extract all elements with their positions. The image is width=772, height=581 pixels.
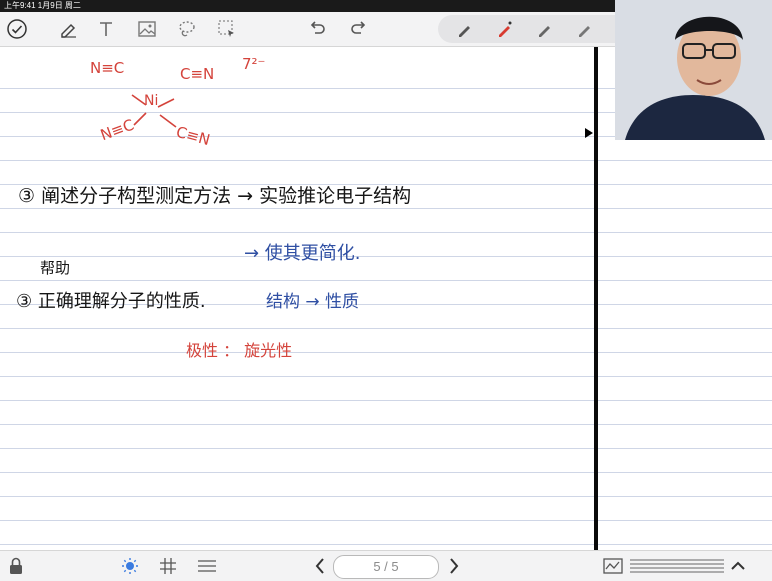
lines-icon (630, 555, 724, 577)
pen-icon[interactable] (56, 16, 82, 42)
pen-icon[interactable] (452, 16, 478, 42)
check-circle-icon[interactable] (4, 16, 30, 42)
chevron-left-icon[interactable] (310, 556, 330, 576)
ligand-top-left: N≡C (90, 59, 125, 77)
bottom-bar-right (598, 550, 772, 581)
note-line-4: ③ 正确理解分子的性质. (16, 291, 206, 312)
highlighter-icon[interactable] (492, 16, 518, 42)
grid-icon[interactable] (158, 556, 178, 576)
status-time-date: 上午9:41 1月9日 周二 (4, 1, 81, 10)
center-atom: Ni (144, 93, 159, 109)
brightness-icon[interactable] (120, 556, 140, 576)
image-icon[interactable] (134, 16, 160, 42)
note-line-5: 极性 ： 旋光性 (186, 341, 293, 360)
bottom-bar: 5 / 5 (0, 550, 598, 581)
note-line-3: → 使其更简化. (244, 243, 361, 264)
lock-icon[interactable] (6, 556, 26, 576)
page-indicator[interactable]: 5 / 5 (333, 555, 439, 579)
pencil-icon[interactable] (532, 16, 558, 42)
undo-icon[interactable] (304, 16, 330, 42)
panel-handle-icon[interactable] (585, 128, 593, 138)
chevron-up-icon[interactable] (728, 556, 748, 576)
ligand-top-right: C≡N (180, 65, 215, 83)
complex-charge: 7²⁻ (242, 55, 266, 73)
chevron-right-icon[interactable] (444, 556, 464, 576)
lasso-icon[interactable] (174, 16, 200, 42)
note-line-4-annotation: 帮助 (40, 259, 71, 277)
chart-icon[interactable] (602, 556, 624, 576)
marker-icon[interactable] (572, 16, 598, 42)
redo-icon[interactable] (346, 16, 372, 42)
note-page[interactable]: N≡C C≡N 7²⁻ Ni N≡C C≡N ③ 阐述分子构型测定方法 → 实验… (0, 47, 598, 550)
note-line-4-blue: 结构 → 性质 (266, 292, 360, 312)
page-divider[interactable] (594, 47, 598, 550)
list-icon[interactable] (196, 556, 218, 576)
presenter-video (615, 0, 772, 140)
webcam-overlay (615, 0, 772, 140)
select-icon[interactable] (214, 16, 240, 42)
note-line-2: ③ 阐述分子构型测定方法 → 实验推论电子结构 (18, 185, 412, 207)
text-icon[interactable] (93, 16, 119, 42)
